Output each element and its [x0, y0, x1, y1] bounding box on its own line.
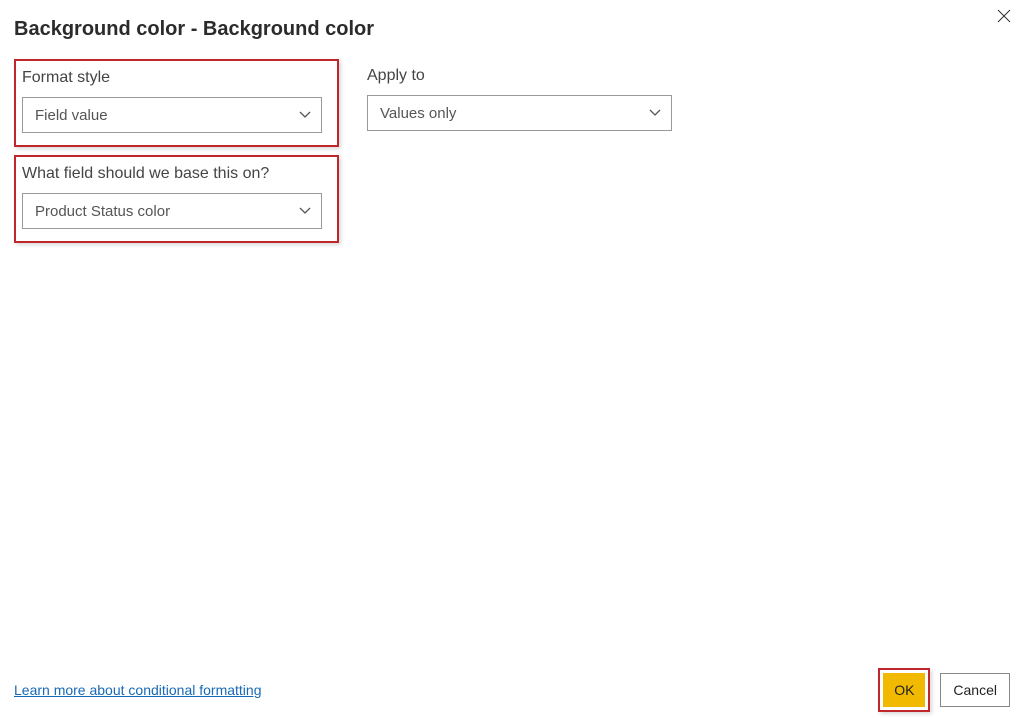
apply-to-dropdown[interactable]: Values only [367, 95, 672, 131]
apply-to-label: Apply to [367, 67, 672, 85]
footer: Learn more about conditional formatting … [14, 668, 1010, 712]
base-field-dropdown[interactable]: Product Status color [22, 193, 322, 229]
close-icon [997, 9, 1011, 23]
base-field-block: What field should we base this on? Produ… [22, 165, 327, 229]
base-field-highlight: What field should we base this on? Produ… [14, 155, 339, 243]
base-field-value: Product Status color [35, 203, 170, 220]
format-style-dropdown[interactable]: Field value [22, 97, 322, 133]
button-row: OK Cancel [878, 668, 1010, 712]
cancel-button[interactable]: Cancel [940, 673, 1010, 707]
chevron-down-icon [649, 107, 661, 119]
format-style-block: Format style Field value [22, 69, 327, 133]
chevron-down-icon [299, 205, 311, 217]
top-row: Format style Field value Apply to Values… [14, 59, 1010, 147]
format-style-value: Field value [35, 107, 108, 124]
apply-to-block: Apply to Values only [367, 59, 672, 139]
apply-to-value: Values only [380, 105, 456, 122]
format-style-highlight: Format style Field value [14, 59, 339, 147]
ok-button[interactable]: OK [883, 673, 925, 707]
learn-more-link[interactable]: Learn more about conditional formatting [14, 682, 261, 698]
close-button[interactable] [994, 6, 1014, 26]
ok-highlight: OK [878, 668, 930, 712]
format-style-label: Format style [22, 69, 327, 87]
base-field-label: What field should we base this on? [22, 165, 327, 183]
chevron-down-icon [299, 109, 311, 121]
dialog-title: Background color - Background color [14, 18, 1010, 41]
